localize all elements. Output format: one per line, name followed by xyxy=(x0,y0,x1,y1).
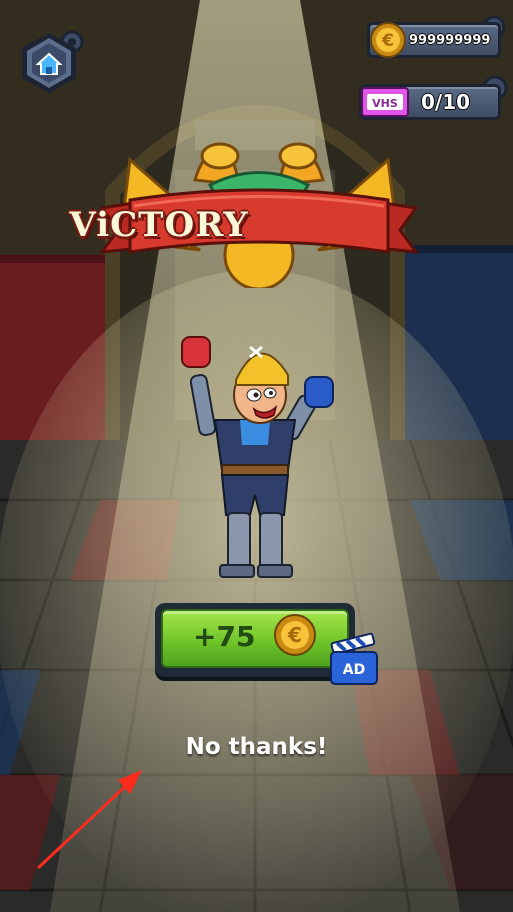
vhs-value: 0/10 xyxy=(421,90,471,114)
hero-character xyxy=(181,336,334,578)
ad-label: AD xyxy=(343,662,365,678)
victory-title: ViCTORY xyxy=(69,205,249,245)
watch-ad-badge[interactable]: AD xyxy=(328,632,380,688)
vhs-label: VHS xyxy=(372,97,398,110)
clapperboard-ad-icon: AD xyxy=(330,632,378,685)
reward-amount: +75 xyxy=(193,620,256,653)
coin-icon: € xyxy=(370,22,406,58)
coins-value: 999999999 xyxy=(409,32,491,48)
svg-text:€: € xyxy=(287,623,302,647)
coin-icon: € xyxy=(274,614,316,656)
home-icon xyxy=(22,30,84,93)
no-thanks-button[interactable]: No thanks! xyxy=(0,734,513,760)
coins-counter[interactable]: € 999999999 xyxy=(367,15,506,62)
game-screen: € 999999999 VHS 0/10 ViCTORY +75 € AD No… xyxy=(0,0,513,912)
svg-text:€: € xyxy=(381,31,394,51)
home-button[interactable] xyxy=(14,28,84,98)
vhs-tape-icon: VHS xyxy=(361,87,409,117)
vhs-counter[interactable]: VHS 0/10 xyxy=(359,75,508,124)
claim-reward-button[interactable]: +75 € xyxy=(155,603,355,677)
